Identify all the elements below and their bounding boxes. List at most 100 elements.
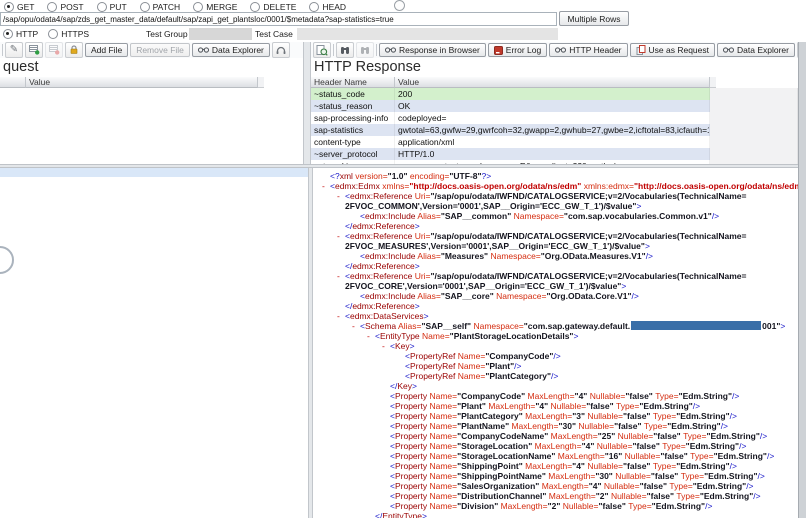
method-radio-head[interactable]: HEAD [309,1,347,12]
test-case-input[interactable] [297,28,558,40]
response-row-filler [710,136,798,148]
xml-token: "/sap/opu/odata/IWFND/CATALOGSERVICE;v=2… [430,231,747,241]
request-body-pane[interactable] [0,168,308,518]
xml-token: Type= [652,461,677,471]
xml-token: Property [394,491,430,501]
glasses-icon [385,47,396,53]
vertical-splitter-top[interactable] [303,42,311,164]
multiple-rows-button[interactable]: Multiple Rows [559,11,629,26]
protocol-radio-https[interactable]: HTTPS [48,29,89,39]
protocol-radio-http[interactable]: HTTP [3,29,38,39]
error-log-icon [493,45,503,55]
xml-token: MaxLength= [500,501,548,511]
response-header-row[interactable]: sap-processing-info codeployed= [311,112,798,124]
response-header-value-cell: HTTP/1.0 [395,148,710,160]
response-in-browser-button[interactable]: Response in Browser [379,43,486,57]
xml-token: "Edm.String" [678,391,732,401]
use-as-request-button[interactable]: Use as Request [629,43,715,57]
toolbar-separator [333,44,334,56]
method-radio-patch[interactable]: PATCH [139,1,180,12]
xml-token: Name= [429,491,458,501]
response-header-name-cell: content-type [311,136,395,148]
response-header-name-cell: sap-processing-info [311,112,395,124]
xml-line: <Property Name="ShippingPointName" MaxLe… [313,471,798,481]
edit-icon[interactable]: ✎ [5,42,23,58]
xml-token: /> [551,371,559,381]
xml-token: > [636,201,642,211]
xml-line: 2FVOC_COMMON',Version='0001',SAP__Origin… [313,201,798,211]
xml-token: Name= [429,441,458,451]
response-header-row[interactable]: ~server_protocol HTTP/1.0 [311,148,798,160]
response-header-value-cell: application/xml [395,136,710,148]
response-header-row[interactable]: ~status_reason OK [311,100,798,112]
xml-token: Property [394,431,430,441]
xml-token: "false" [639,481,670,491]
xml-token: "StorageLocationName" [457,451,558,461]
request-table-body [0,88,303,164]
method-radio-post[interactable]: POST [47,1,84,12]
xml-line: <Property Name="ShippingPoint" MaxLength… [313,461,798,471]
xml-token: /> [631,291,639,301]
xml-token: "CompanyCode" [457,391,528,401]
method-radio-merge[interactable]: MERGE [193,1,237,12]
xml-token: Alias= [417,291,441,301]
response-body-xml-pane[interactable]: <?xml version="1.0" encoding="UTF-8"?> - <… [313,168,798,518]
collapse-marker[interactable]: - [367,331,375,341]
xml-line: - <edmx:Reference Uri="/sap/opu/odata/IWF… [313,231,798,241]
insert-row-icon[interactable] [25,42,43,58]
xml-token: "ShippingPoint" [457,461,526,471]
lock-icon[interactable] [65,42,83,58]
xml-token: xmlns= [382,181,410,191]
zoom-document-icon[interactable] [313,42,331,58]
xml-token: > [644,241,650,251]
xml-token: "SAP__self" [421,321,474,331]
xml-line: </edmx:Reference> [313,261,798,271]
method-radio-label: GET [17,1,35,12]
xml-token: MaxLength= [548,471,596,481]
xml-token: /> [514,361,522,371]
xml-line: <Property Name="StorageLocation" MaxLeng… [313,441,798,451]
xml-token: "Plant" [457,401,489,411]
xml-token: edmx:Reference [349,191,415,201]
xml-token: /> [746,481,754,491]
method-radio-label: HEAD [322,1,347,12]
response-header-row[interactable]: sap-statistics gwtotal=63,gwfw=29,gwrfcoh… [311,124,798,136]
xml-token: Nullable= [603,481,640,491]
xml-line: - <Schema Alias="SAP__self" Namespace="co… [313,321,798,331]
http-header-button[interactable]: HTTP Header [549,43,628,57]
collapse-marker[interactable]: - [337,311,345,321]
response-header-name-cell: sap-statistics [311,124,395,136]
xml-token: Nullable= [587,461,624,471]
collapse-marker[interactable]: - [382,341,390,351]
xml-token: "3" [572,411,588,421]
xml-token: /> [729,461,737,471]
request-data-explorer-button[interactable]: Data Explorer [191,43,270,57]
method-radio-put[interactable]: PUT [96,1,127,12]
collapse-marker[interactable]: - [337,191,345,201]
xml-token: MaxLength= [534,441,582,451]
response-header-value-cell: gwtotal=63,gwfw=29,gwrfcoh=32,gwapp=2,gw… [395,124,710,136]
headset-icon[interactable] [271,42,290,58]
method-radio-get[interactable]: GET [4,1,35,12]
xml-token: MaxLength= [541,481,589,491]
response-header-row[interactable]: ~status_code 200 [311,88,798,100]
response-data-explorer-button[interactable]: Data Explorer [717,43,795,57]
url-input[interactable] [0,12,557,26]
xml-token: ?> [481,171,492,181]
collapse-marker[interactable]: - [337,271,345,281]
find-icon[interactable] [336,42,354,58]
response-row-filler [710,112,798,124]
method-radio-delete[interactable]: DELETE [250,1,296,12]
xml-token: Namespace= [490,251,541,261]
copy-icon [636,45,646,55]
xml-line: - <edmx:Reference Uri="/sap/opu/odata/IWF… [313,271,798,281]
collapse-marker[interactable]: - [352,321,360,331]
add-file-button[interactable]: Add File [85,43,129,57]
collapse-marker[interactable]: - [337,231,345,241]
test-group-input[interactable] [189,28,252,40]
request-toolbar: ✎ Add File Remove File Data Explorer [0,42,303,58]
collapse-marker[interactable]: - [322,181,330,191]
error-log-button[interactable]: Error Log [487,43,548,57]
response-header-row[interactable]: content-type application/xml [311,136,798,148]
radio-circle-icon [48,29,59,39]
